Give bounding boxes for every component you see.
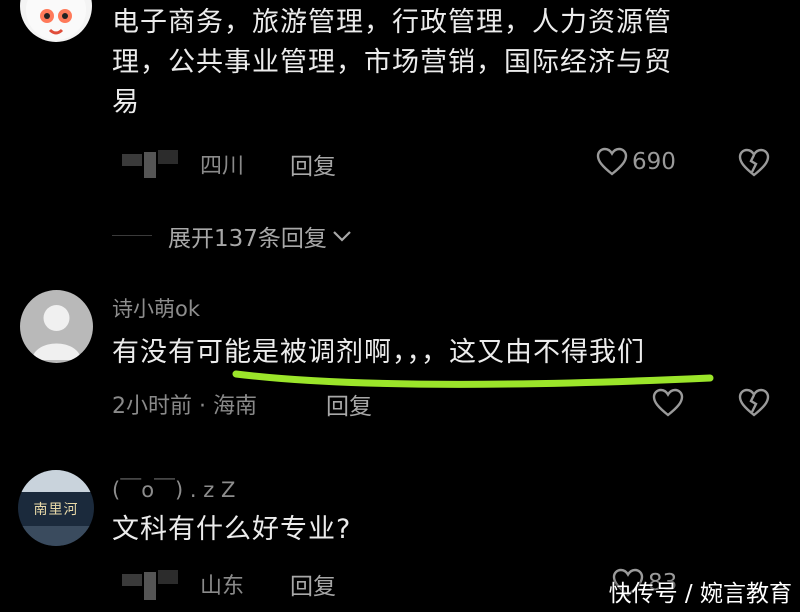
comment-text: 文科有什么好专业? <box>112 514 352 545</box>
reply-button[interactable]: 回复 <box>326 387 372 421</box>
avatar[interactable]: 南里河 <box>18 470 94 546</box>
avatar[interactable] <box>20 0 92 42</box>
expand-replies-button[interactable]: 展开137条回复 <box>168 219 353 253</box>
watermark: 快传号 / 婉言教育 <box>608 581 792 607</box>
reply-button[interactable]: 回复 <box>290 567 336 601</box>
comment-text-line: 电子商务，旅游管理，行政管理，人力资源管 <box>112 7 672 38</box>
cartoon-avatar-icon <box>26 0 86 40</box>
comment-text-line: 理，公共事业管理，市场营销，国际经济与贸 <box>112 47 672 78</box>
avatar[interactable] <box>20 290 93 363</box>
user-tag-blurred <box>122 150 182 180</box>
chevron-down-icon <box>333 231 351 242</box>
dislike-button[interactable] <box>738 148 770 182</box>
location-label: 四川 <box>200 154 245 179</box>
heart-icon <box>596 147 628 176</box>
username[interactable]: (￣o￣) . z Z <box>112 474 235 504</box>
reply-button[interactable]: 回复 <box>290 147 336 181</box>
like-button[interactable] <box>652 388 684 422</box>
username[interactable]: 诗小萌ok <box>112 293 200 323</box>
expand-divider <box>112 235 152 236</box>
comment-text-line: 易 <box>112 87 140 118</box>
heart-icon <box>652 388 684 417</box>
broken-heart-icon <box>738 148 770 177</box>
comment-text: 电子商务，旅游管理，行政管理，人力资源管 理，公共事业管理，市场营销，国际经济与… <box>112 3 800 123</box>
user-tag-blurred <box>122 570 182 602</box>
default-avatar-icon <box>32 305 81 360</box>
dislike-button[interactable] <box>738 388 770 422</box>
broken-heart-icon <box>738 388 770 417</box>
like-button[interactable]: 690 <box>596 146 676 178</box>
like-count: 690 <box>632 149 676 175</box>
avatar-sign-text: 南里河 <box>33 502 79 518</box>
timestamp-location: 2小时前 · 海南 <box>112 394 257 419</box>
location-label: 山东 <box>200 574 245 599</box>
expand-replies-label: 展开137条回复 <box>168 226 327 252</box>
